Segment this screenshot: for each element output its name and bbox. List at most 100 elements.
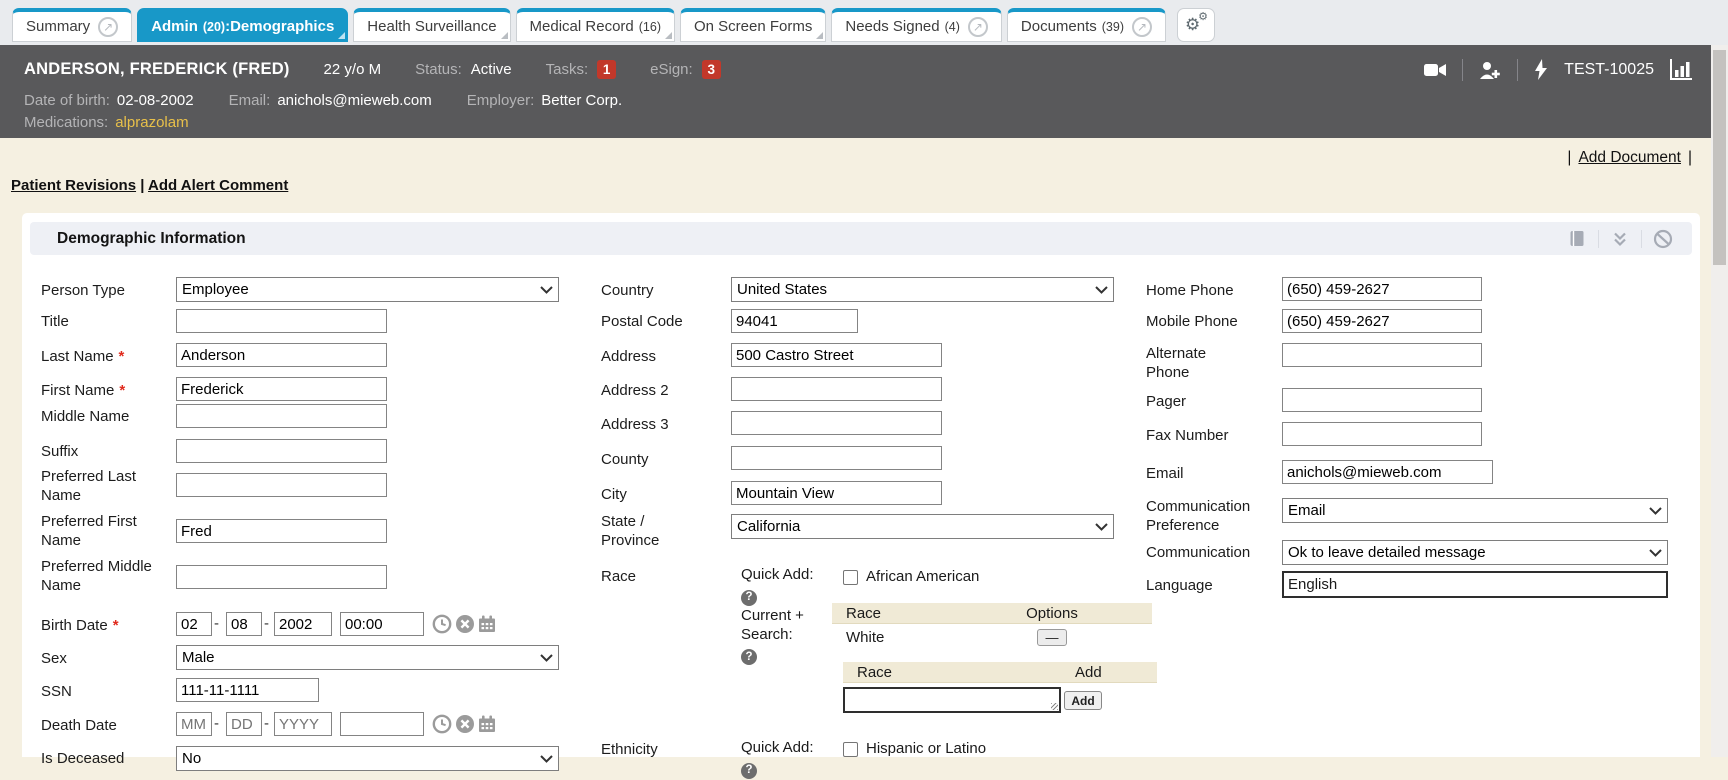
calendar-icon[interactable]	[477, 614, 497, 634]
state-province-select[interactable]: California	[731, 514, 1114, 539]
first-name-input[interactable]	[176, 377, 387, 401]
hispanic-or-latino-checkbox[interactable]	[843, 742, 858, 757]
email-input[interactable]	[1282, 460, 1493, 484]
tab-medical-record[interactable]: Medical Record (16)	[516, 8, 675, 42]
clear-date-icon[interactable]	[455, 614, 475, 634]
tab-documents[interactable]: Documents (39) ↗	[1007, 8, 1166, 42]
alternate-phone-input[interactable]	[1282, 343, 1482, 367]
esign-badge[interactable]: 3	[702, 60, 721, 79]
alternate-phone-label: Alternate Phone	[1146, 344, 1236, 382]
state-province-label: State / Province	[601, 512, 691, 550]
calendar-icon[interactable]	[477, 714, 497, 734]
communication-label: Communication	[1146, 543, 1250, 562]
tab-admin-demographics[interactable]: Admin (20) :Demographics	[137, 8, 348, 42]
dob-value: 02-08-2002	[117, 92, 194, 109]
mobile-phone-input[interactable]	[1282, 309, 1482, 333]
communication-preference-select[interactable]: Email	[1282, 498, 1668, 523]
race-add-input[interactable]	[843, 687, 1061, 713]
patient-revisions-link[interactable]: Patient Revisions	[11, 177, 136, 194]
last-name-input[interactable]	[176, 343, 387, 367]
esign-label: eSign:	[650, 61, 693, 78]
death-time-input[interactable]	[340, 712, 424, 736]
birth-month-input[interactable]	[176, 612, 212, 636]
tab-menu-fold	[501, 32, 508, 39]
bar-chart-icon[interactable]	[1669, 59, 1693, 81]
communication-select[interactable]: Ok to leave detailed message	[1282, 540, 1668, 565]
scrollbar-thumb[interactable]	[1713, 50, 1726, 265]
clock-icon[interactable]	[432, 714, 452, 734]
fax-number-input[interactable]	[1282, 422, 1482, 446]
tasks-badge[interactable]: 1	[597, 60, 616, 79]
birth-time-input[interactable]	[340, 612, 424, 636]
middle-name-input[interactable]	[176, 404, 387, 428]
county-input[interactable]	[731, 446, 942, 470]
help-icon[interactable]: ?	[741, 590, 757, 606]
medications-value[interactable]: alprazolam	[115, 114, 188, 131]
fax-number-label: Fax Number	[1146, 426, 1229, 445]
country-select[interactable]: United States	[731, 277, 1114, 302]
preferred-first-name-input[interactable]	[176, 519, 387, 543]
tab-count: (39)	[1102, 20, 1124, 34]
language-label: Language	[1146, 576, 1213, 595]
sex-select[interactable]: Male	[176, 645, 559, 670]
pager-label: Pager	[1146, 392, 1186, 411]
clear-date-icon[interactable]	[455, 714, 475, 734]
lightning-icon[interactable]	[1533, 59, 1549, 81]
birth-day-input[interactable]	[226, 612, 262, 636]
remove-race-button[interactable]: —	[1037, 629, 1067, 646]
circle-slash-icon[interactable]	[1648, 229, 1678, 249]
country-label: Country	[601, 281, 654, 300]
divider	[1641, 230, 1642, 248]
ssn-label: SSN	[41, 682, 72, 701]
death-year-input[interactable]	[274, 712, 332, 736]
language-input[interactable]: English	[1282, 571, 1668, 598]
vertical-scrollbar[interactable]	[1711, 45, 1728, 757]
home-phone-input[interactable]	[1282, 277, 1482, 301]
add-document-link[interactable]: Add Document	[1578, 149, 1681, 167]
tab-summary[interactable]: Summary ↗	[12, 8, 132, 42]
suffix-label: Suffix	[41, 442, 78, 461]
death-month-input[interactable]	[176, 712, 212, 736]
external-link-icon[interactable]: ↗	[968, 17, 988, 37]
add-alert-comment-link[interactable]: Add Alert Comment	[148, 177, 288, 194]
preferred-middle-name-input[interactable]	[176, 565, 387, 589]
birth-year-input[interactable]	[274, 612, 332, 636]
postal-code-label: Postal Code	[601, 312, 683, 331]
add-race-button[interactable]: Add	[1064, 691, 1102, 710]
tab-needs-signed[interactable]: Needs Signed (4) ↗	[831, 8, 1002, 42]
address2-input[interactable]	[731, 377, 942, 401]
add-document-row: | Add Document |	[1567, 149, 1692, 167]
city-input[interactable]	[731, 481, 942, 505]
preferred-last-name-input[interactable]	[176, 473, 387, 497]
address3-input[interactable]	[731, 411, 942, 435]
title-label: Title	[41, 312, 69, 331]
tab-on-screen-forms[interactable]: On Screen Forms	[680, 8, 826, 42]
person-type-select[interactable]: Employee	[176, 277, 559, 302]
ssn-input[interactable]	[176, 678, 319, 702]
chevron-double-down-icon[interactable]	[1605, 230, 1635, 248]
suffix-input[interactable]	[176, 439, 387, 463]
external-link-icon[interactable]: ↗	[98, 17, 118, 37]
settings-gears-icon[interactable]: ⚙ ⚙	[1177, 8, 1215, 42]
external-link-icon[interactable]: ↗	[1132, 17, 1152, 37]
add-person-icon[interactable]	[1478, 60, 1502, 80]
race-row-value: White	[832, 629, 952, 646]
address-input[interactable]	[731, 343, 942, 367]
pager-input[interactable]	[1282, 388, 1482, 412]
tab-count: (20)	[203, 20, 225, 34]
status-label: Status:	[415, 61, 462, 78]
death-day-input[interactable]	[226, 712, 262, 736]
help-icon[interactable]: ?	[741, 763, 757, 779]
video-camera-icon[interactable]	[1423, 60, 1447, 80]
help-icon[interactable]: ?	[741, 649, 757, 665]
email-label: Email:	[229, 92, 271, 109]
postal-code-input[interactable]	[731, 309, 858, 333]
clock-icon[interactable]	[432, 614, 452, 634]
book-icon[interactable]	[1562, 229, 1592, 249]
title-input[interactable]	[176, 309, 387, 333]
is-deceased-select[interactable]: No	[176, 746, 559, 771]
patient-name: ANDERSON, FREDERICK (FRED)	[24, 60, 290, 79]
african-american-checkbox[interactable]	[843, 570, 858, 585]
tab-health-surveillance[interactable]: Health Surveillance	[353, 8, 510, 42]
resize-grip[interactable]	[1051, 703, 1058, 710]
